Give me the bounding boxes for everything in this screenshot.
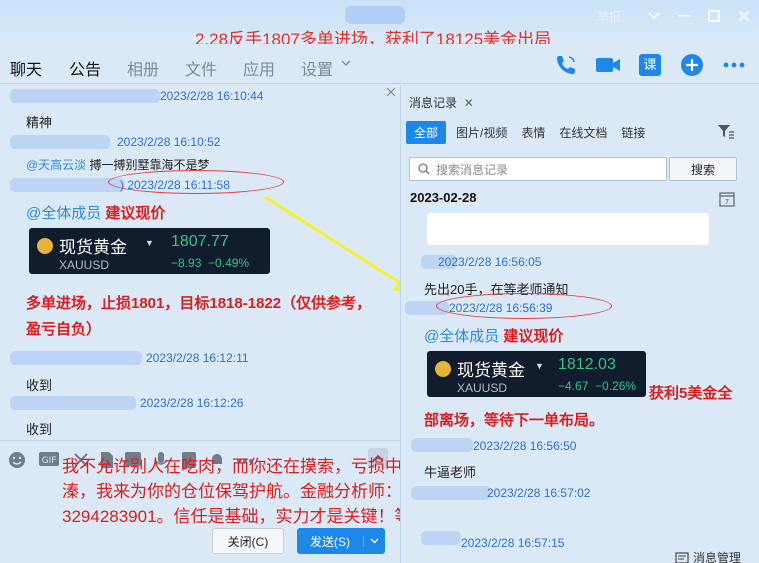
message-text: @全体成员 建议现价 xyxy=(26,202,165,223)
history-search-button[interactable]: 搜索 xyxy=(669,157,737,181)
filter-icon[interactable] xyxy=(717,123,735,142)
quote-code: XAUUSD xyxy=(59,258,110,272)
message-timestamp: 2023/2/28 16:10:52 xyxy=(117,135,221,149)
trade-note: 多单进场，止损1801，目标1818-1822（仅供参考，盈亏自负） xyxy=(26,295,372,338)
window-controls: 举报 xyxy=(597,0,759,32)
tab-apps[interactable]: 应用 xyxy=(243,56,275,80)
caret-down-icon: ▼ xyxy=(145,238,154,248)
quote-price: 1807.77 xyxy=(171,233,229,250)
profit-note-2: 部离场，等待下一单布局。 xyxy=(424,412,605,429)
blurred-sender xyxy=(10,135,110,149)
gif-icon[interactable]: GIF xyxy=(38,451,60,469)
video-icon[interactable] xyxy=(593,50,623,80)
emoji-icon[interactable] xyxy=(8,451,26,469)
minimize-icon[interactable] xyxy=(669,1,699,31)
manage-label: 消息管理 xyxy=(693,551,742,563)
mention-all[interactable]: @全体成员 xyxy=(26,205,101,222)
quote-name: 现货黄金 xyxy=(59,238,127,257)
chevron-down-icon[interactable] xyxy=(363,535,385,547)
chat-message-list[interactable]: 2023/2/28 16:10:44 精神 2023/2/28 16:10:52… xyxy=(0,85,400,440)
history-tab[interactable]: 消息记录 ✕ xyxy=(409,94,474,111)
message-timestamp: 2023/2/28 16:57:02 xyxy=(487,486,591,500)
gold-quote-card[interactable]: 现货黄金 ▼ XAUUSD 1807.77 −8.93 −0.49% xyxy=(29,228,270,274)
message-text: 精神 xyxy=(26,115,53,130)
annotation-ellipse xyxy=(436,293,612,319)
filter-stickers[interactable]: 表情 xyxy=(517,122,549,143)
search-placeholder: 搜索消息记录 xyxy=(436,162,509,177)
report-link[interactable]: 举报 xyxy=(597,8,621,25)
filter-media[interactable]: 图片/视频 xyxy=(452,122,511,143)
history-date: 2023-02-28 xyxy=(410,190,477,205)
annotation-ellipse xyxy=(108,170,284,194)
blurred-sender xyxy=(10,396,136,410)
mention[interactable]: @天高云淡 xyxy=(26,158,86,172)
caret-down-icon: ▼ xyxy=(535,361,544,371)
history-image-card[interactable] xyxy=(427,213,709,245)
close-button[interactable]: 关闭(C) xyxy=(212,528,284,554)
message-timestamp: 2023/2/28 16:56:05 xyxy=(438,255,542,269)
settings-chevron-icon[interactable] xyxy=(341,58,351,70)
coin-icon xyxy=(37,238,53,254)
more-icon[interactable] xyxy=(719,50,749,80)
add-icon[interactable] xyxy=(677,50,707,80)
tab-album[interactable]: 相册 xyxy=(127,56,159,80)
quote-name: 现货黄金 xyxy=(457,361,525,380)
message-timestamp: 2023/2/28 16:12:11 xyxy=(146,351,249,365)
history-search-input[interactable]: 搜索消息记录 xyxy=(409,157,667,181)
suggest-label: 建议现价 xyxy=(503,328,564,345)
message-text: 牛逼老师 xyxy=(424,465,477,480)
message-manage-link[interactable]: 消息管理 xyxy=(675,549,741,563)
blurred-sender xyxy=(411,486,491,500)
close-icon[interactable] xyxy=(386,87,396,100)
filter-all[interactable]: 全部 xyxy=(406,121,447,144)
quote-change: −8.93 −0.49% xyxy=(171,256,250,270)
message-timestamp: 2023/2/28 16:56:50 xyxy=(473,439,577,453)
phone-icon[interactable] xyxy=(551,50,581,80)
chat-tools: 课 xyxy=(551,50,749,80)
maximize-icon[interactable] xyxy=(699,1,729,31)
search-icon xyxy=(418,163,430,175)
message-timestamp: 2023/2/28 16:12:26 xyxy=(140,396,244,410)
gold-quote-card[interactable]: 现货黄金 ▼ XAUUSD 1812.03 −4.67 −0.26% xyxy=(427,351,646,397)
send-button-label: 发送(S) xyxy=(310,534,350,549)
coin-icon xyxy=(435,361,451,377)
message-text: 收到 xyxy=(26,378,53,393)
profit-note-1: 获利5美金全 xyxy=(649,385,733,402)
svg-text:GIF: GIF xyxy=(42,456,57,466)
tab-bar: 聊天 公告 相册 文件 应用 设置 课 xyxy=(0,44,759,84)
filter-links[interactable]: 链接 xyxy=(617,122,649,143)
message-timestamp: 2023/2/28 16:57:15 xyxy=(461,536,565,550)
blurred-sender xyxy=(421,531,461,545)
blurred-group-name xyxy=(345,6,405,24)
blurred-sender xyxy=(10,89,160,103)
quote-code: XAUUSD xyxy=(457,381,508,395)
message-history-panel[interactable]: 消息记录 ✕ 全部 图片/视频 表情 在线文档 链接 搜索消息记录 搜索 202… xyxy=(400,85,759,563)
history-tab-label: 消息记录 xyxy=(409,96,458,110)
suggest-label: 建议现价 xyxy=(105,205,166,222)
calendar-icon[interactable]: 7 xyxy=(719,191,735,210)
tab-settings[interactable]: 设置 xyxy=(301,56,333,80)
filter-docs[interactable]: 在线文档 xyxy=(555,122,611,143)
manage-icon xyxy=(675,551,689,563)
send-button[interactable]: 发送(S) xyxy=(297,528,385,554)
message-timestamp: 2023/2/28 16:10:44 xyxy=(160,89,264,103)
tab-chat[interactable]: 聊天 xyxy=(10,56,42,80)
quote-price: 1812.03 xyxy=(558,356,616,373)
chevron-down-icon[interactable] xyxy=(639,1,669,31)
quote-change: −4.67 −0.26% xyxy=(558,379,637,393)
mention-all[interactable]: @全体成员 xyxy=(424,328,499,345)
tab-files[interactable]: 文件 xyxy=(185,56,217,80)
course-icon[interactable]: 课 xyxy=(635,50,665,80)
blurred-sender xyxy=(411,438,473,452)
tab-announcement[interactable]: 公告 xyxy=(69,56,101,80)
blurred-sender xyxy=(10,351,142,365)
message-text: @全体成员 建议现价 xyxy=(424,325,563,346)
svg-text:7: 7 xyxy=(725,198,729,206)
message-text: 收到 xyxy=(26,422,53,437)
close-icon[interactable] xyxy=(729,1,759,31)
close-icon[interactable]: ✕ xyxy=(464,96,474,110)
history-filters: 全部 图片/视频 表情 在线文档 链接 xyxy=(406,121,649,144)
